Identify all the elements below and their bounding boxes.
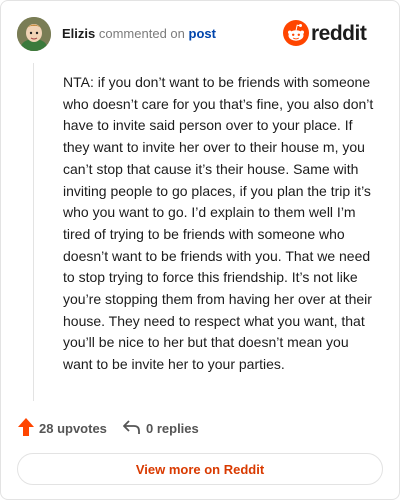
avatar[interactable]: [17, 17, 51, 51]
comment-header: Elizis commented on post reddit: [17, 17, 383, 51]
comment-verb: commented on: [98, 26, 185, 41]
post-link[interactable]: post: [189, 26, 216, 41]
reddit-wordmark: reddit: [311, 22, 367, 45]
username[interactable]: Elizis: [62, 26, 95, 41]
thread-line: [33, 63, 34, 401]
upvote-count: 28 upvotes: [39, 420, 107, 436]
view-more-button[interactable]: View more on Reddit: [17, 453, 383, 485]
reddit-brand[interactable]: reddit: [283, 20, 383, 48]
upvote-button[interactable]: 28 upvotes: [17, 416, 107, 440]
reddit-logo-icon: [283, 20, 309, 51]
reply-arrow-icon: [122, 418, 142, 439]
comment-body: NTA: if you don’t want to be friends wit…: [63, 74, 374, 373]
replies-button[interactable]: 0 replies: [122, 416, 199, 440]
comment-card: Elizis commented on post reddit NTA: if …: [0, 0, 400, 500]
comment-meta: Elizis commented on post: [62, 26, 216, 42]
upvote-arrow-icon: [17, 417, 35, 440]
reply-count: 0 replies: [146, 420, 199, 436]
comment-actions: 28 upvotes 0 replies: [17, 416, 383, 440]
